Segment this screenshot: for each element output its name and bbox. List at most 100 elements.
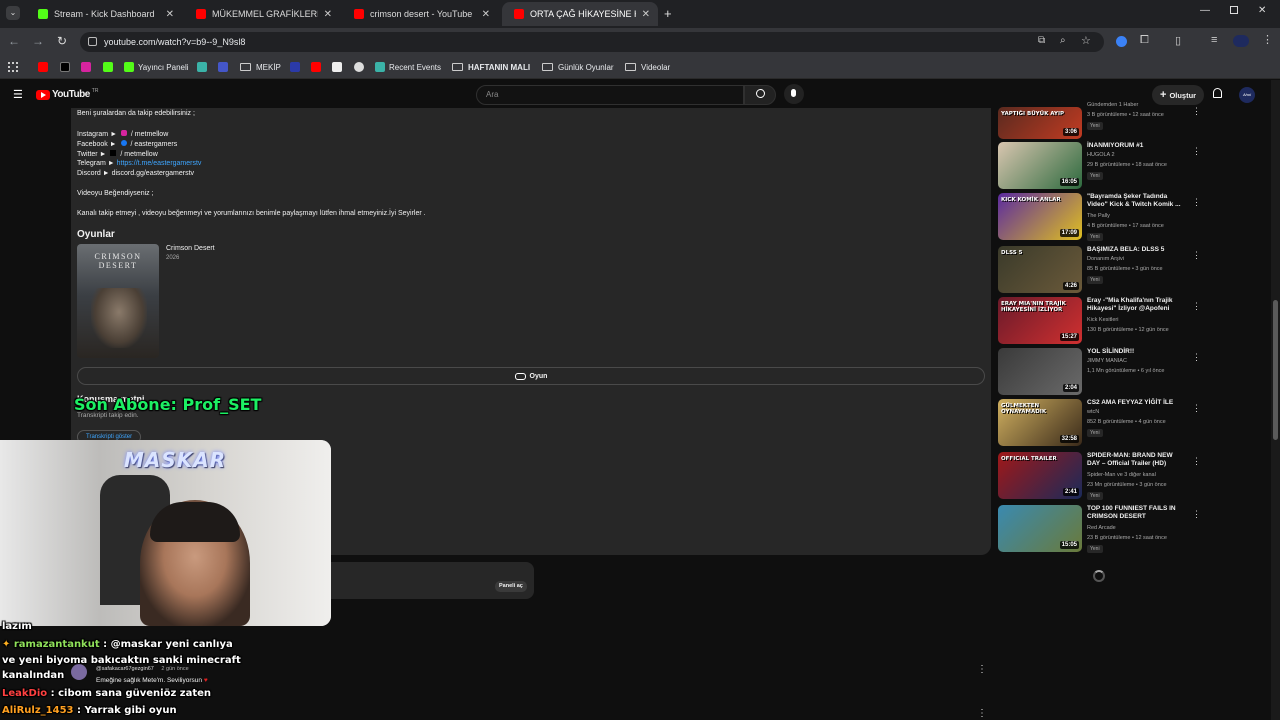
open-panel-button[interactable]: Paneli aç bbox=[495, 581, 527, 592]
more-options-icon[interactable]: ⋮ bbox=[1192, 509, 1201, 520]
bookmark-image[interactable] bbox=[332, 60, 346, 74]
tab-youtube-2[interactable]: crimson desert - YouTube ✕ bbox=[342, 2, 498, 26]
video-title[interactable]: TOP 100 FUNNIEST FAILS IN CRIMSON DESERT bbox=[1087, 505, 1187, 521]
apps-icon[interactable] bbox=[8, 60, 18, 74]
close-icon[interactable]: ✕ bbox=[642, 9, 650, 20]
channel-name[interactable]: The Pally bbox=[1087, 213, 1110, 219]
recommended-video[interactable]: 15:05 TOP 100 FUNNIEST FAILS IN CRIMSON D… bbox=[998, 505, 1201, 553]
tab-kick-dashboard[interactable]: Stream - Kick Dashboard ✕ bbox=[26, 2, 182, 26]
sidebar-icon[interactable]: ▯ bbox=[1175, 34, 1181, 47]
new-tab-button[interactable]: + bbox=[664, 6, 672, 21]
bookmark-mekip[interactable]: MEKİP bbox=[240, 60, 281, 74]
recommended-video[interactable]: OFFICIAL TRAILER 2:41 SPIDER-MAN: BRAND NE… bbox=[998, 452, 1201, 500]
more-options-icon[interactable]: ⋮ bbox=[1192, 352, 1201, 363]
bookmark-app-1[interactable] bbox=[197, 60, 211, 74]
bookmark-instagram[interactable] bbox=[81, 60, 95, 74]
bookmark-youtube-2[interactable] bbox=[311, 60, 325, 74]
discord-link[interactable]: discord.gg/eastergamerstv bbox=[112, 170, 194, 177]
url-field[interactable]: youtube.com/watch?v=b9--9_N9sl8 ⧉ ⌕ ☆ bbox=[80, 32, 1104, 52]
recommended-video[interactable]: GÜLMEKTEN OYNAYAMADIK 32:58 CS2 AMA FEYYAZ… bbox=[998, 399, 1201, 447]
more-options-icon[interactable]: ⋮ bbox=[1192, 197, 1201, 208]
comment-user-link[interactable]: @safakacar67gezgin67 bbox=[96, 666, 154, 672]
video-thumbnail[interactable]: OFFICIAL TRAILER 2:41 bbox=[998, 452, 1082, 499]
channel-name[interactable]: JIMMY MANIAC bbox=[1087, 358, 1127, 364]
tab-search-button[interactable]: ⌄ bbox=[6, 6, 20, 20]
extension-icon[interactable] bbox=[1116, 36, 1127, 47]
bookmark-videolar[interactable]: Videolar bbox=[625, 60, 670, 74]
video-thumbnail[interactable]: ERAY MIA'NIN TRAJİK HİKAYESİNİ İZLİYOR 15… bbox=[998, 297, 1082, 344]
reading-list-icon[interactable]: ≡ bbox=[1211, 34, 1217, 46]
channel-name[interactable]: Red Arcade bbox=[1087, 525, 1116, 531]
bookmark-app-4[interactable] bbox=[354, 60, 368, 74]
install-icon[interactable]: ⧉ bbox=[1038, 35, 1045, 46]
bookmark-youtube[interactable] bbox=[38, 60, 52, 74]
tab-youtube-active[interactable]: ORTA ÇAĞ HİKAYESİNE HOŞ GE ✕ bbox=[502, 2, 658, 26]
comment-menu-icon-2[interactable]: ⋮ bbox=[977, 708, 987, 719]
video-thumbnail[interactable]: DLSS 5 4:26 bbox=[998, 246, 1082, 293]
minimize-button[interactable]: — bbox=[1200, 5, 1210, 16]
recommended-video[interactable]: KICK KOMİK ANLAR 17:09 "Bayramda Şeker Tad… bbox=[998, 193, 1201, 241]
bookmark-kick[interactable] bbox=[103, 60, 117, 74]
zoom-icon[interactable]: ⌕ bbox=[1060, 35, 1066, 46]
more-options-icon[interactable]: ⋮ bbox=[1192, 106, 1201, 117]
channel-name[interactable]: HUGOLA 2 bbox=[1087, 152, 1115, 158]
bookmark-star-icon[interactable]: ☆ bbox=[1081, 34, 1091, 47]
bookmark-app-3[interactable] bbox=[290, 60, 304, 74]
scrollbar-track[interactable] bbox=[1271, 80, 1280, 720]
video-thumbnail[interactable]: KICK KOMİK ANLAR 17:09 bbox=[998, 193, 1082, 240]
maximize-button[interactable] bbox=[1230, 6, 1238, 14]
more-options-icon[interactable]: ⋮ bbox=[1192, 456, 1201, 467]
game-button[interactable]: Oyun bbox=[77, 367, 985, 385]
puzzle-icon[interactable]: ⧠ bbox=[1140, 34, 1149, 47]
reload-icon[interactable]: ↻ bbox=[55, 34, 69, 48]
search-input[interactable]: Ara bbox=[476, 85, 744, 105]
close-icon[interactable]: ✕ bbox=[166, 9, 174, 20]
telegram-link[interactable]: https://t.me/eastergamerstv bbox=[117, 160, 202, 167]
more-options-icon[interactable]: ⋮ bbox=[1192, 301, 1201, 312]
channel-name[interactable]: Spider-Man ve 3 diğer kanal bbox=[1087, 472, 1156, 478]
video-thumbnail[interactable]: 15:05 bbox=[998, 505, 1082, 552]
channel-name[interactable]: Kick Kesitleri bbox=[1087, 317, 1118, 323]
video-title[interactable]: BAŞIMIZA BELA: DLSS 5 bbox=[1087, 246, 1187, 254]
menu-icon[interactable]: ⋮ bbox=[1262, 33, 1273, 46]
bookmark-app-2[interactable] bbox=[218, 60, 232, 74]
video-title[interactable]: SPIDER-MAN: BRAND NEW DAY – Official Tra… bbox=[1087, 452, 1187, 468]
back-icon[interactable]: ← bbox=[7, 34, 21, 48]
search-button[interactable] bbox=[744, 85, 776, 105]
video-thumbnail[interactable]: 2:04 bbox=[998, 348, 1082, 395]
comment-menu-icon[interactable]: ⋮ bbox=[977, 664, 987, 675]
video-title[interactable]: İNANMIYORUM #1 bbox=[1087, 142, 1187, 150]
more-options-icon[interactable]: ⋮ bbox=[1192, 146, 1201, 157]
recommended-video[interactable]: 2:04 YOL SİLİNDİR!! JIMMY MANIAC 1,1 Mn gör… bbox=[998, 348, 1201, 396]
hamburger-menu-icon[interactable]: ☰ bbox=[13, 88, 23, 101]
recommended-video[interactable]: DLSS 5 4:26 BAŞIMIZA BELA: DLSS 5 Donanım A… bbox=[998, 246, 1201, 294]
recommended-video[interactable]: 16:05 İNANMIYORUM #1 HUGOLA 2 29 B görüntül… bbox=[998, 142, 1201, 190]
video-title[interactable]: YOL SİLİNDİR!! bbox=[1087, 348, 1187, 356]
profile-icon[interactable] bbox=[1233, 35, 1249, 47]
video-title[interactable]: Eray -"Mia Khalifa'nın Trajik Hikayesi" … bbox=[1087, 297, 1187, 313]
scrollbar-thumb[interactable] bbox=[1273, 300, 1278, 440]
bookmark-haftanin-mali[interactable]: HAFTANIN MALI bbox=[452, 60, 530, 74]
video-thumbnail[interactable]: GÜLMEKTEN OYNAYAMADIK 32:58 bbox=[998, 399, 1082, 446]
close-window-button[interactable]: ✕ bbox=[1258, 5, 1266, 16]
bookmark-gunluk-oyunlar[interactable]: Günlük Oyunlar bbox=[542, 60, 614, 74]
channel-name[interactable]: Donanım Arşivi bbox=[1087, 256, 1124, 262]
bookmark-recent-events[interactable]: Recent Events bbox=[375, 60, 441, 74]
tab-youtube-1[interactable]: MÜKEMMEL GRAFİKLERE SAHİP ✕ bbox=[184, 2, 340, 26]
forward-icon[interactable]: → bbox=[31, 34, 45, 48]
game-title[interactable]: Crimson Desert bbox=[166, 245, 215, 252]
channel-name[interactable]: Gündemden 1 Haber bbox=[1087, 102, 1138, 108]
notifications-bell-icon[interactable] bbox=[1213, 88, 1222, 98]
channel-name[interactable]: wtcN bbox=[1087, 409, 1099, 415]
youtube-logo[interactable]: YouTube TR bbox=[36, 88, 98, 100]
close-icon[interactable]: ✕ bbox=[482, 9, 490, 20]
facebook-link[interactable]: / eastergamers bbox=[131, 141, 178, 148]
close-icon[interactable]: ✕ bbox=[324, 9, 332, 20]
video-thumbnail[interactable]: 16:05 bbox=[998, 142, 1082, 189]
recommended-video[interactable]: ERAY MIA'NIN TRAJİK HİKAYESİNİ İZLİYOR 15… bbox=[998, 297, 1201, 345]
more-options-icon[interactable]: ⋮ bbox=[1192, 403, 1201, 414]
site-info-icon[interactable] bbox=[88, 37, 97, 46]
comment-avatar[interactable] bbox=[71, 664, 87, 680]
video-thumbnail[interactable]: YAPTIĞI BÜYÜK AYIP 3:06 bbox=[998, 107, 1082, 139]
voice-search-button[interactable] bbox=[784, 84, 804, 104]
